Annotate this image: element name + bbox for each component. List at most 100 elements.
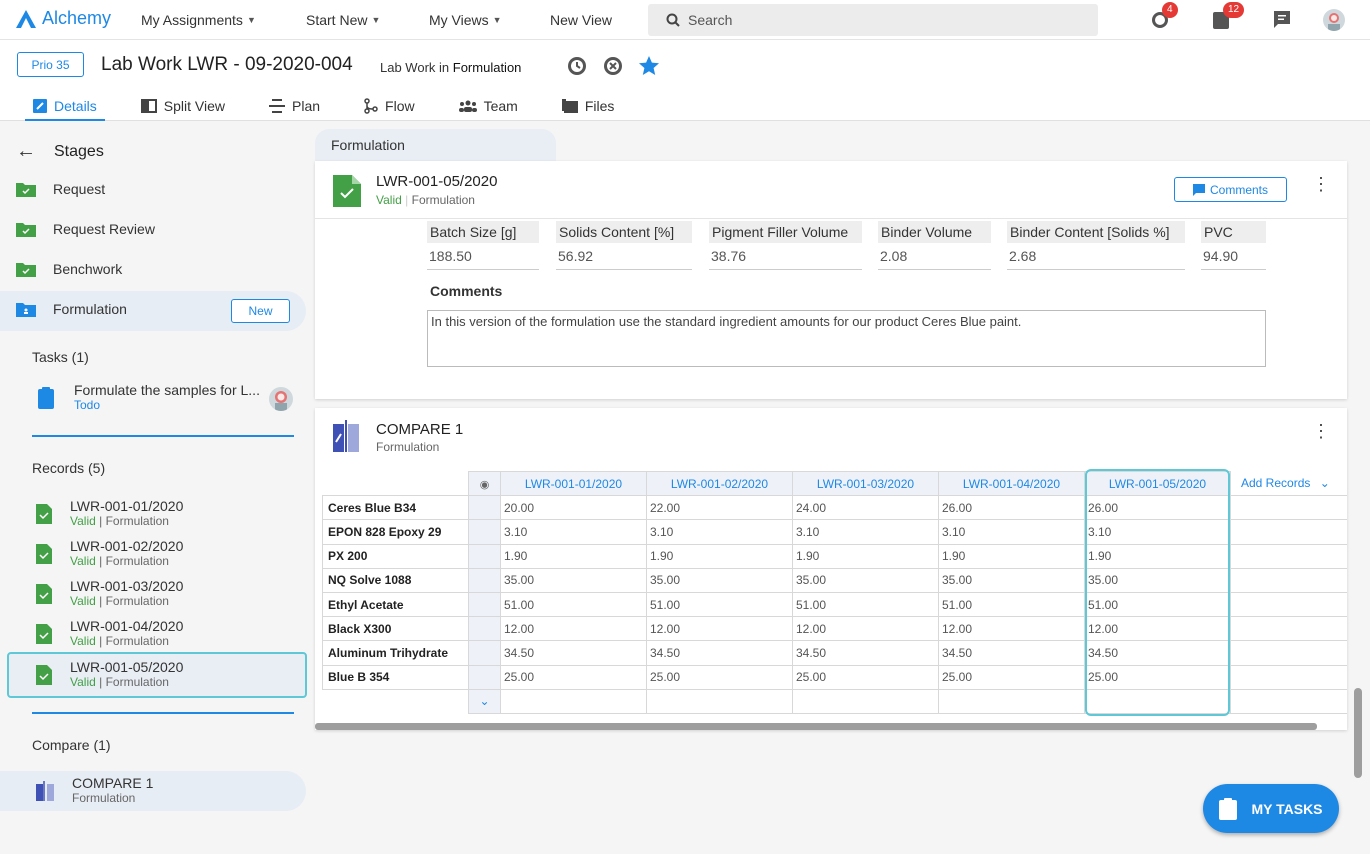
- field-value[interactable]: 188.50: [427, 243, 539, 270]
- more-vert-icon[interactable]: ⋮: [1312, 175, 1330, 193]
- chevron-down-icon[interactable]: ⌄: [479, 694, 489, 708]
- row-visibility-cell[interactable]: [468, 567, 501, 593]
- table-cell[interactable]: 51.00: [1084, 591, 1231, 618]
- table-cell[interactable]: 22.00: [646, 495, 793, 521]
- table-cell[interactable]: 34.50: [500, 640, 647, 666]
- column-header[interactable]: LWR-001-02/2020: [646, 470, 793, 497]
- table-cell[interactable]: 12.00: [1084, 616, 1231, 642]
- my-tasks-button[interactable]: MY TASKS: [1203, 784, 1339, 833]
- task-item[interactable]: Formulate the samples for L... Todo: [38, 383, 260, 412]
- field-batch-size[interactable]: Batch Size [g] 188.50: [427, 221, 539, 270]
- column-header[interactable]: LWR-001-04/2020: [938, 470, 1085, 497]
- nav-my-views[interactable]: My Views ▼: [429, 12, 502, 28]
- tab-details[interactable]: Details: [25, 93, 105, 121]
- row-visibility-cell[interactable]: [468, 591, 501, 618]
- tab-files[interactable]: Files: [554, 93, 623, 119]
- table-cell[interactable]: 34.50: [646, 640, 793, 666]
- compare-item[interactable]: COMPARE 1 Formulation: [36, 776, 153, 805]
- table-cell[interactable]: 12.00: [938, 616, 1085, 642]
- table-cell[interactable]: 25.00: [500, 664, 647, 690]
- notifications-button[interactable]: 4: [1150, 2, 1178, 31]
- tasks-button[interactable]: 12: [1211, 2, 1245, 31]
- nav-start-new[interactable]: Start New ▼: [306, 12, 380, 28]
- row-visibility-cell[interactable]: [468, 495, 501, 521]
- nav-my-assignments[interactable]: My Assignments ▼: [141, 12, 256, 28]
- table-cell[interactable]: 51.00: [792, 591, 939, 618]
- task-assignee-avatar[interactable]: [269, 387, 293, 411]
- table-cell[interactable]: 26.00: [938, 495, 1085, 521]
- tab-flow[interactable]: Flow: [356, 93, 423, 119]
- table-cell[interactable]: 25.00: [792, 664, 939, 690]
- tab-plan[interactable]: Plan: [261, 93, 328, 119]
- record-item-selected[interactable]: LWR-001-05/2020 Valid | Formulation: [36, 660, 183, 689]
- row-visibility-cell[interactable]: [468, 640, 501, 666]
- field-binder-content[interactable]: Binder Content [Solids %] 2.68: [1007, 221, 1185, 270]
- table-cell[interactable]: 1.90: [938, 543, 1085, 569]
- field-value[interactable]: 56.92: [556, 243, 692, 270]
- record-item[interactable]: LWR-001-02/2020 Valid | Formulation: [36, 539, 183, 568]
- add-records-dropdown[interactable]: Add Records ⌄: [1230, 471, 1347, 497]
- table-cell[interactable]: 3.10: [1084, 519, 1231, 545]
- table-cell[interactable]: 3.10: [938, 519, 1085, 545]
- record-item[interactable]: LWR-001-04/2020 Valid | Formulation: [36, 619, 183, 648]
- column-header[interactable]: LWR-001-01/2020: [500, 470, 647, 497]
- visibility-toggle[interactable]: ◉: [468, 470, 501, 497]
- table-cell[interactable]: 12.00: [500, 616, 647, 642]
- nav-new-view[interactable]: New View: [550, 12, 612, 28]
- table-cell[interactable]: 35.00: [1084, 567, 1231, 593]
- table-cell[interactable]: 1.90: [792, 543, 939, 569]
- table-cell[interactable]: 25.00: [1084, 664, 1231, 690]
- stages-header[interactable]: ← Stages: [16, 140, 104, 163]
- star-icon[interactable]: [637, 54, 661, 78]
- table-cell[interactable]: 51.00: [646, 591, 793, 618]
- table-cell[interactable]: 3.10: [500, 519, 647, 545]
- field-value[interactable]: 94.90: [1201, 243, 1266, 270]
- column-header[interactable]: LWR-001-05/2020: [1084, 470, 1231, 497]
- record-item[interactable]: LWR-001-03/2020 Valid | Formulation: [36, 579, 183, 608]
- record-item[interactable]: LWR-001-01/2020 Valid | Formulation: [36, 499, 183, 528]
- search-input[interactable]: Search: [648, 4, 1098, 36]
- table-cell[interactable]: 51.00: [938, 591, 1085, 618]
- table-cell[interactable]: 26.00: [1084, 495, 1231, 521]
- table-cell[interactable]: 3.10: [646, 519, 793, 545]
- field-pigment-filler-volume[interactable]: Pigment Filler Volume 38.76: [709, 221, 862, 270]
- table-cell[interactable]: 35.00: [500, 567, 647, 593]
- app-logo[interactable]: Alchemy: [16, 8, 111, 29]
- field-value[interactable]: 38.76: [709, 243, 862, 270]
- table-cell[interactable]: 34.50: [938, 640, 1085, 666]
- table-cell[interactable]: 24.00: [792, 495, 939, 521]
- sidebar-item-benchwork[interactable]: Benchwork: [16, 261, 122, 277]
- messages-button[interactable]: [1272, 9, 1294, 31]
- history-back-icon[interactable]: [565, 54, 589, 78]
- field-binder-volume[interactable]: Binder Volume 2.08: [878, 221, 991, 270]
- sidebar-item-request-review[interactable]: Request Review: [16, 221, 155, 237]
- field-pvc[interactable]: PVC 94.90: [1201, 221, 1266, 270]
- comments-button[interactable]: Comments: [1174, 177, 1287, 202]
- field-value[interactable]: 2.68: [1007, 243, 1185, 270]
- more-vert-icon[interactable]: ⋮: [1312, 422, 1330, 440]
- eye-icon[interactable]: ◉: [480, 479, 490, 491]
- table-cell[interactable]: 1.90: [646, 543, 793, 569]
- column-header[interactable]: LWR-001-03/2020: [792, 470, 939, 497]
- sidebar-item-formulation[interactable]: Formulation: [16, 301, 127, 317]
- priority-badge[interactable]: Prio 35: [17, 52, 84, 77]
- expand-rows-button[interactable]: ⌄: [468, 688, 501, 714]
- table-cell[interactable]: 12.00: [646, 616, 793, 642]
- table-cell[interactable]: 25.00: [646, 664, 793, 690]
- table-cell[interactable]: 12.00: [792, 616, 939, 642]
- table-cell[interactable]: 1.90: [1084, 543, 1231, 569]
- table-cell[interactable]: 34.50: [1084, 640, 1231, 666]
- table-cell[interactable]: 1.90: [500, 543, 647, 569]
- table-cell[interactable]: 51.00: [500, 591, 647, 618]
- field-solids-content[interactable]: Solids Content [%] 56.92: [556, 221, 692, 270]
- user-avatar[interactable]: [1323, 9, 1345, 31]
- arrow-back-icon[interactable]: ←: [16, 140, 36, 163]
- table-cell[interactable]: 35.00: [646, 567, 793, 593]
- comments-textarea[interactable]: In this version of the formulation use t…: [427, 310, 1266, 367]
- table-cell[interactable]: 34.50: [792, 640, 939, 666]
- table-cell[interactable]: 20.00: [500, 495, 647, 521]
- new-record-button[interactable]: New: [231, 299, 290, 323]
- tab-split-view[interactable]: Split View: [133, 93, 233, 119]
- table-cell[interactable]: 3.10: [792, 519, 939, 545]
- tab-team[interactable]: Team: [451, 93, 526, 119]
